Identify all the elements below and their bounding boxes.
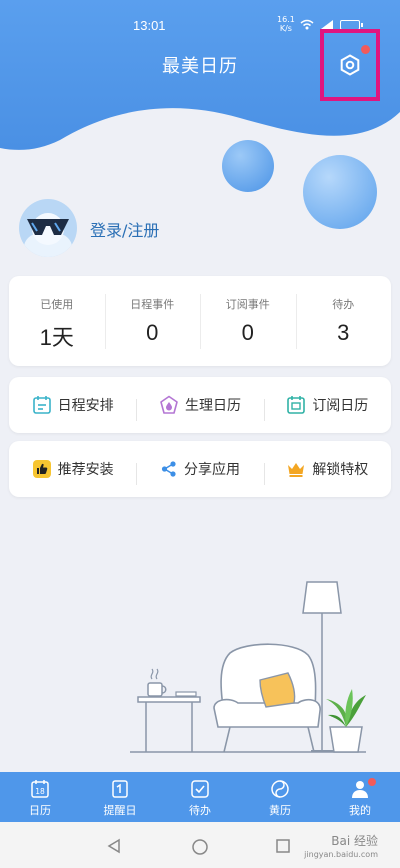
nav-todo[interactable]: 待办 bbox=[160, 772, 240, 822]
recommend-install-label: 推荐安装 bbox=[57, 462, 114, 478]
stat-value: 0 bbox=[241, 320, 254, 345]
nav-calendar[interactable]: 18 日历 bbox=[0, 772, 80, 822]
watermark-brand: Bai 经验 bbox=[331, 834, 378, 848]
decorative-bubble bbox=[222, 140, 274, 192]
checkbox-icon bbox=[191, 780, 209, 798]
subscribe-calendar-icon bbox=[287, 396, 306, 414]
subscribe-calendar-button[interactable]: 订阅日历 bbox=[263, 395, 391, 421]
stat-value: 0 bbox=[146, 320, 159, 345]
calendar-features-card: 日程安排 生理日历 订阅日历 bbox=[9, 377, 391, 433]
nav-almanac-label: 黄历 bbox=[269, 804, 291, 817]
nav-almanac[interactable]: 黄历 bbox=[240, 772, 320, 822]
stat-label: 日程事件 bbox=[130, 298, 175, 311]
share-icon bbox=[161, 461, 176, 477]
calendar-icon: 18 bbox=[31, 780, 49, 798]
unlock-privileges-label: 解锁特权 bbox=[312, 462, 369, 478]
notification-dot bbox=[361, 45, 370, 54]
schedule-button[interactable]: 日程安排 bbox=[9, 395, 136, 415]
share-app-label: 分享应用 bbox=[183, 462, 240, 478]
bottom-navigation: 18 日历 提醒日 待办 黄历 我的 bbox=[0, 772, 400, 822]
user-icon bbox=[352, 781, 368, 798]
stat-subscribed-events[interactable]: 订阅事件 0 bbox=[200, 276, 296, 366]
stat-todo[interactable]: 待办 3 bbox=[295, 276, 392, 366]
watermark-url: jingyan.baidu.com bbox=[304, 850, 378, 859]
battery-icon bbox=[340, 19, 363, 30]
status-time: 13:01 bbox=[133, 18, 166, 33]
avatar-sunglasses-icon bbox=[24, 213, 72, 257]
schedule-label: 日程安排 bbox=[57, 398, 114, 414]
subscribe-calendar-label: 订阅日历 bbox=[312, 398, 369, 414]
nav-todo-label: 待办 bbox=[189, 804, 211, 817]
network-speed-value: 16.1 bbox=[277, 15, 295, 24]
settings-button[interactable] bbox=[320, 29, 380, 101]
thumbs-up-icon bbox=[32, 460, 51, 478]
nav-calendar-label: 日历 bbox=[29, 804, 51, 817]
stat-value: 1天 bbox=[39, 325, 74, 350]
stat-schedule-events[interactable]: 日程事件 0 bbox=[104, 276, 201, 366]
yin-yang-icon bbox=[271, 780, 289, 798]
period-drop-icon bbox=[160, 395, 178, 414]
living-room-illustration bbox=[130, 581, 366, 753]
nav-me-label: 我的 bbox=[349, 804, 371, 817]
share-app-button[interactable]: 分享应用 bbox=[136, 459, 263, 485]
network-speed-unit: K/s bbox=[279, 24, 292, 33]
baidu-watermark: Bai 经验 jingyan.baidu.com bbox=[304, 834, 378, 862]
usage-stats-card: 已使用 1天 日程事件 0 订阅事件 0 待办 3 bbox=[9, 276, 391, 366]
period-calendar-label: 生理日历 bbox=[184, 398, 241, 414]
app-actions-card: 推荐安装 分享应用 解锁特权 bbox=[9, 441, 391, 497]
network-speed: 16.1 K/s bbox=[277, 15, 295, 33]
crown-icon bbox=[288, 463, 305, 477]
nav-me[interactable]: 我的 bbox=[320, 772, 400, 822]
login-register-link[interactable]: 登录/注册 bbox=[90, 217, 159, 241]
avatar[interactable] bbox=[19, 199, 77, 257]
nav-reminder[interactable]: 提醒日 bbox=[80, 772, 160, 822]
gear-icon bbox=[340, 54, 360, 76]
period-calendar-button[interactable]: 生理日历 bbox=[136, 395, 263, 421]
stat-days-used[interactable]: 已使用 1天 bbox=[9, 276, 105, 366]
wifi-icon bbox=[300, 19, 314, 30]
reminder-icon bbox=[112, 780, 128, 798]
decorative-bubble bbox=[303, 155, 377, 229]
stat-label: 订阅事件 bbox=[225, 298, 270, 311]
calendar-icon-day: 18 bbox=[35, 787, 45, 796]
notification-dot bbox=[368, 778, 376, 786]
stat-label: 已使用 bbox=[40, 298, 74, 311]
schedule-icon bbox=[32, 396, 51, 414]
home-icon[interactable] bbox=[191, 838, 209, 856]
back-icon[interactable] bbox=[106, 838, 122, 854]
stat-value: 3 bbox=[337, 320, 350, 345]
stat-label: 待办 bbox=[332, 298, 355, 311]
recents-icon[interactable] bbox=[275, 838, 291, 854]
nav-reminder-label: 提醒日 bbox=[103, 804, 137, 817]
recommend-install-button[interactable]: 推荐安装 bbox=[9, 459, 136, 479]
unlock-privileges-button[interactable]: 解锁特权 bbox=[263, 459, 391, 485]
